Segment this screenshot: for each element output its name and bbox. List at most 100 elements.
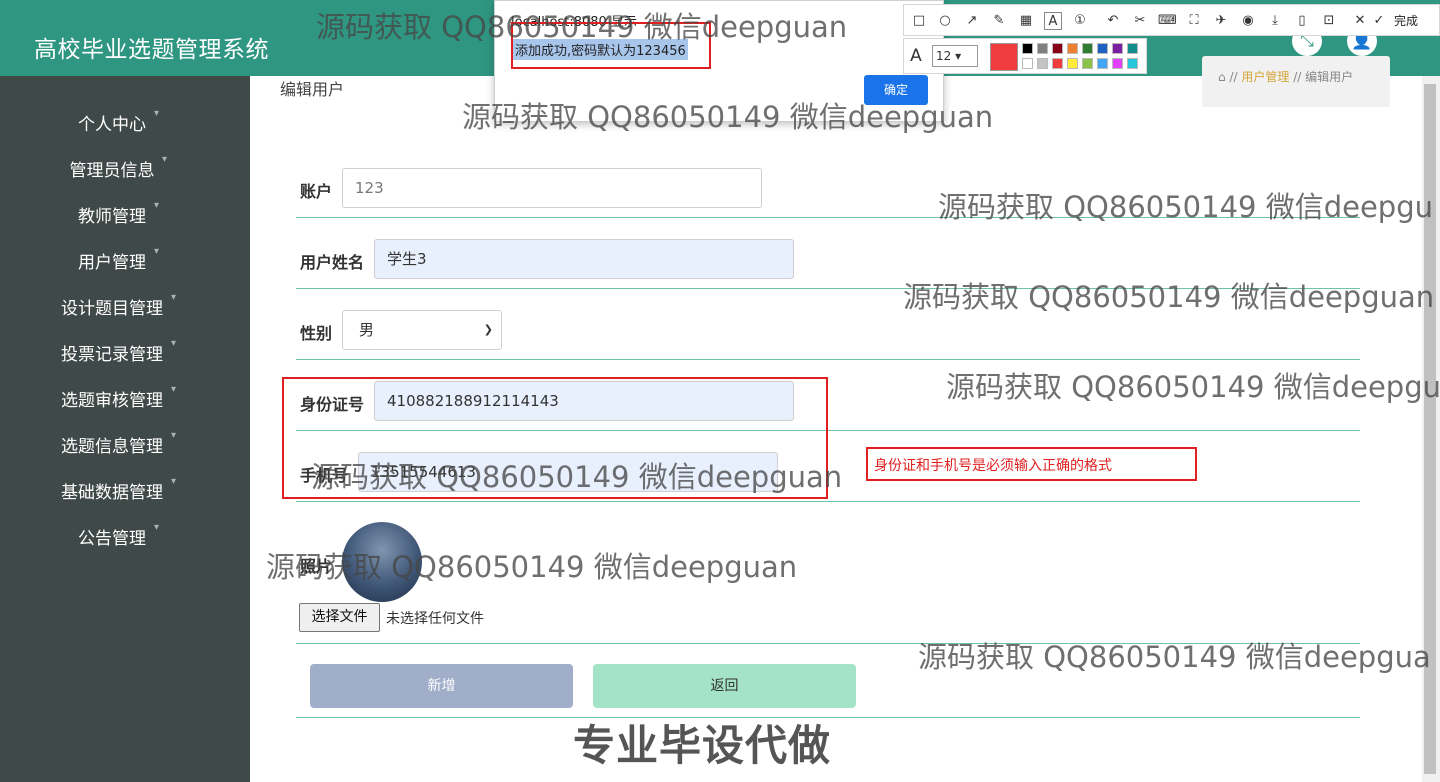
color-swatch[interactable] [1097,58,1108,69]
color-swatch[interactable] [1112,43,1123,54]
caret-down-icon: ▾ [154,200,160,211]
watermark-text: 源码获取 QQ86050149 微信deepguan [316,10,848,44]
download-icon[interactable]: ⤓ [1266,12,1284,30]
sidebar-item-label: 公告管理 [78,529,146,549]
choose-file-button[interactable]: 选择文件 [299,603,380,632]
account-field[interactable]: 123 [342,168,762,208]
caret-down-icon: ▾ [154,522,160,533]
sidebar-item-label: 个人中心 [78,115,146,135]
sidebar-item-label: 设计题目管理 [61,299,163,319]
color-swatch[interactable] [1067,43,1078,54]
current-color-swatch[interactable] [990,43,1018,71]
scan-icon[interactable]: ⛶ [1185,12,1203,30]
snip-toolbar: □ ○ ↗ ✎ ▦ A ① ↶ ✂ ⌨ ⛶ ✈ ◉ ⤓ ▯ ⊡ ✕ ✓ 完成 [903,4,1440,36]
color-swatch[interactable] [1127,58,1138,69]
footer-stamp: 专业毕设代做 [573,721,832,770]
sidebar-item-profile[interactable]: 个人中心 ▾ [0,100,250,140]
bookmark-icon[interactable]: ⊡ [1320,12,1338,30]
sidebar-item-label: 投票记录管理 [61,345,163,365]
sidebar-item-teachers[interactable]: 教师管理 ▾ [0,192,250,232]
font-icon: A [910,46,922,66]
annotation-note: 身份证和手机号是必须输入正确的格式 [866,447,1197,481]
breadcrumb-current: 编辑用户 [1305,70,1354,84]
snip-style-bar: A 12 ▾ [903,38,1147,74]
sidebar-item-votes[interactable]: 投票记录管理 ▾ [0,330,250,370]
sidebar-item-label: 管理员信息 [69,161,155,181]
color-swatch[interactable] [1097,43,1108,54]
sidebar-item-notices[interactable]: 公告管理 ▾ [0,514,250,554]
caret-down-icon: ▾ [171,476,177,487]
color-swatch[interactable] [1052,58,1063,69]
undo-icon[interactable]: ↶ [1104,12,1122,30]
account-label: 账户 [300,182,333,201]
app-title: 高校毕业选题管理系统 [34,37,269,63]
breadcrumb-separator: // [1229,70,1238,84]
watermark-text: 源码获取 QQ86050149 微信deepguan [462,100,994,134]
username-label: 用户姓名 [300,253,365,272]
color-swatch[interactable] [1127,43,1138,54]
sidebar-item-label: 教师管理 [78,207,146,227]
caret-down-icon: ▾ [171,384,177,395]
file-status: 未选择任何文件 [386,611,484,627]
arrow-icon[interactable]: ↗ [963,12,981,30]
caret-down-icon: ▾ [171,338,177,349]
watermark-text: 源码获取 QQ86050149 微信deepgu [938,190,1433,224]
sidebar-item-label: 用户管理 [78,253,146,273]
record-icon[interactable]: ◉ [1239,12,1257,30]
caret-down-icon: ▾ [171,430,177,441]
color-swatch[interactable] [1067,58,1078,69]
gender-selected-value: 男 [359,321,375,339]
number-icon[interactable]: ① [1071,12,1089,30]
sidebar-item-topics[interactable]: 设计题目管理 ▾ [0,284,250,324]
caret-down-icon: ▾ [171,292,177,303]
color-swatch[interactable] [1052,43,1063,54]
gender-select[interactable]: 男 ❯ [342,310,502,350]
watermark-text: 源码获取 QQ86050149 微信deepguan [903,280,1435,314]
sidebar-item-base-data[interactable]: 基础数据管理 ▾ [0,468,250,508]
page-title: 编辑用户 [280,80,345,99]
sidebar-item-review[interactable]: 选题审核管理 ▾ [0,376,250,416]
ellipse-icon[interactable]: ○ [936,12,954,30]
watermark-text: 源码获取 QQ86050149 微信deepgua [918,640,1431,674]
font-size-select[interactable]: 12 ▾ [932,45,978,67]
sidebar-item-users[interactable]: 用户管理 ▾ [0,238,250,278]
caret-down-icon: ▾ [162,154,168,165]
breadcrumb-trail: ⌂ // 用户管理 // 编辑用户 [1218,68,1353,85]
back-button[interactable]: 返回 [593,664,856,708]
sidebar-item-label: 基础数据管理 [61,483,163,503]
home-icon[interactable]: ⌂ [1218,70,1226,84]
ocr-icon[interactable]: ⌨ [1158,12,1177,30]
text-icon[interactable]: A [1044,12,1062,30]
color-swatch[interactable] [1022,58,1033,69]
color-swatch[interactable] [1112,58,1123,69]
caret-down-icon: ▾ [154,108,160,119]
check-icon[interactable]: ✓ [1370,12,1388,30]
color-swatch[interactable] [1082,43,1093,54]
color-swatch[interactable] [1037,58,1048,69]
add-button[interactable]: 新增 [310,664,573,708]
sidebar-item-label: 选题信息管理 [61,437,163,457]
font-size-value: 12 [936,49,952,63]
phone-icon[interactable]: ▯ [1293,12,1311,30]
snip-done-button[interactable]: 完成 [1394,12,1418,29]
watermark-text: 源码获取 QQ86050149 微信deepguan [311,460,843,494]
color-swatch[interactable] [1082,58,1093,69]
sidebar-item-label: 选题审核管理 [61,391,163,411]
color-swatch[interactable] [1022,43,1033,54]
mosaic-icon[interactable]: ▦ [1017,12,1035,30]
chevron-down-icon: ❯ [483,323,493,336]
rect-icon[interactable]: □ [910,12,928,30]
pin-icon[interactable]: ✈ [1212,12,1230,30]
cut-icon[interactable]: ✂ [1131,12,1149,30]
row-divider [296,359,1360,360]
color-swatch[interactable] [1037,43,1048,54]
caret-down-icon: ▾ [154,246,160,257]
sidebar-item-selection[interactable]: 选题信息管理 ▾ [0,422,250,462]
close-icon[interactable]: ✕ [1351,12,1369,30]
username-field[interactable]: 学生3 [374,239,794,279]
gender-label: 性别 [300,324,333,343]
watermark-text: 源码获取 QQ86050149 微信deepguan [266,550,798,584]
sidebar-item-admin-info[interactable]: 管理员信息 ▾ [0,146,250,186]
breadcrumb-link-users[interactable]: 用户管理 [1241,70,1289,84]
pen-icon[interactable]: ✎ [990,12,1008,30]
